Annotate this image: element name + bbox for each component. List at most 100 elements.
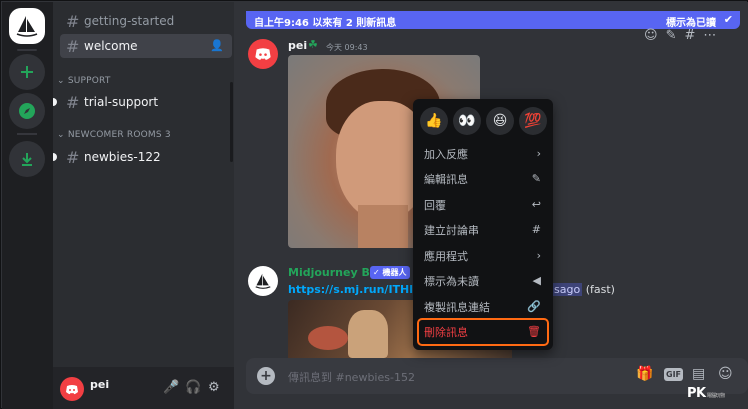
username: pei [90,378,110,391]
thread-icon[interactable]: # [684,28,695,43]
message-toolbar: ☺ ✎ # ⋯ [644,28,716,43]
emoji-picker-icon[interactable]: ☺ [718,366,733,382]
explore-servers-button[interactable] [9,93,45,129]
menu-create-thread[interactable]: 建立討論串 # [419,218,547,242]
message-composer: + 傳訊息到 #newbies-152 🎁 GIF ▤ ☺ [246,358,748,394]
headphones-icon[interactable]: 🎧 [185,380,201,395]
discord-logo-icon [66,384,78,394]
eyes-reaction[interactable]: 👀 [453,107,481,135]
channel-label: trial-support [84,95,159,109]
add-server-button[interactable] [9,54,45,90]
category-label: NEWCOMER ROOMS 3 [67,130,171,140]
menu-edit-message[interactable]: 編輯訊息 ✎ [419,167,547,191]
rail-divider [17,49,37,51]
compass-icon [19,103,35,119]
message-author[interactable]: Midjourney Bot [288,266,383,279]
upload-plus-button[interactable]: + [257,367,275,385]
menu-copy-message-link[interactable]: 複製訊息連結 🔗 [419,295,547,319]
mark-read-check-icon: ✔ [723,13,733,26]
category-label: SUPPORT [67,76,111,86]
hash-icon: # [66,36,80,56]
menu-label: 建立討論串 [424,224,479,237]
laughing-reaction[interactable]: 😆 [486,107,514,135]
server-rail [2,2,53,409]
discord-window: # getting-started # welcome 👤 ⌄ SUPPORT … [0,0,748,409]
watermark-text: PK [687,386,706,401]
message-context-menu: 👍 👀 😆 💯 加入反應 › 編輯訊息 ✎ 回覆 ↩ 建立討論串 # 應用程式 … [413,99,553,350]
mute-microphone-icon[interactable]: 🎤 [163,380,179,395]
menu-label: 標示為未讀 [424,275,479,288]
unread-indicator [53,98,57,106]
sticker-icon[interactable]: ▤ [692,366,705,382]
gif-button[interactable]: GIF [664,368,684,381]
menu-label: 回覆 [424,199,446,212]
menu-label: 複製訊息連結 [424,301,490,314]
mark-as-read-button[interactable]: 標示為已讀 [666,14,716,29]
user-panel: pei 🎤 🎧 ⚙ [53,367,234,409]
channel-scrollbar[interactable] [230,82,233,162]
artwork-figure [348,310,388,358]
more-options-icon[interactable]: ⋯ [703,28,716,43]
midjourney-server-button[interactable] [9,8,45,44]
plus-icon [21,66,33,78]
add-reaction-icon[interactable]: ☺ [644,28,658,43]
chevron-right-icon: › [536,249,541,262]
watermark-logo: PK電腦玩物 [687,386,725,401]
discord-logo-icon [255,48,271,60]
unread-indicator [53,153,57,161]
sailboat-logo-icon [255,273,271,289]
chevron-right-icon: › [536,147,541,160]
server-tag-icon: ☘ [308,38,318,51]
author-avatar[interactable] [248,39,278,69]
menu-mark-unread[interactable]: 標示為未讀 ◀ [419,269,547,293]
hash-icon: # [66,92,80,112]
invite-member-icon[interactable]: 👤 [210,39,224,52]
artwork-figure [308,326,348,350]
settings-gear-icon[interactable]: ⚙ [208,380,220,395]
mention-highlight: sago [552,283,583,296]
chevron-down-icon: ⌄ [57,76,68,86]
speed-label: (fast) [585,283,615,296]
download-apps-button[interactable] [9,141,45,177]
message-suffix: sago (fast) [552,283,615,296]
bot-badge: ✓ 機器人 [370,266,410,279]
bot-avatar[interactable] [248,266,278,296]
channel-trial-support[interactable]: # trial-support [60,90,232,114]
hundred-reaction[interactable]: 💯 [519,107,547,135]
message-input[interactable]: 傳訊息到 #newbies-152 [288,369,415,385]
menu-label: 刪除訊息 [424,326,468,339]
menu-add-reaction[interactable]: 加入反應 › [419,142,547,166]
channel-label: welcome [84,39,138,53]
download-icon [22,153,32,166]
channel-label: newbies-122 [84,150,161,164]
watermark-tag: 電腦玩物 [706,393,726,399]
thread-hash-icon: # [66,147,80,167]
channel-newbies[interactable]: # newbies-122 [60,145,232,169]
reply-arrow-icon: ↩ [531,198,541,211]
message-author[interactable]: pei [288,39,307,52]
channel-welcome[interactable]: # welcome 👤 [60,34,232,58]
new-messages-text: 自上午9:46 以來有 2 則新訊息 [254,18,397,29]
portrait-neck [358,205,408,248]
trash-icon: 🗑 [527,325,541,338]
prompt-link[interactable]: https://s.mj.run/ITHlNt [288,283,427,296]
category-support[interactable]: ⌄ SUPPORT [57,76,111,86]
gift-icon[interactable]: 🎁 [636,366,653,382]
user-avatar[interactable] [60,377,84,401]
menu-label: 編輯訊息 [424,173,468,186]
link-icon: 🔗 [527,300,541,313]
menu-delete-message[interactable]: 刪除訊息 🗑 [417,318,549,346]
chevron-down-icon: ⌄ [57,130,68,140]
menu-reply[interactable]: 回覆 ↩ [419,193,547,217]
unread-flag-icon: ◀ [532,274,541,287]
message-timestamp: 今天 09:43 [326,43,368,52]
thumbs-up-reaction[interactable]: 👍 [420,107,448,135]
channel-sidebar: # getting-started # welcome 👤 ⌄ SUPPORT … [53,2,234,409]
category-newcomer-rooms[interactable]: ⌄ NEWCOMER ROOMS 3 [57,130,171,140]
menu-apps[interactable]: 應用程式 › [419,244,547,268]
channel-getting-started[interactable]: # getting-started [60,9,232,33]
new-messages-banner[interactable]: 自上午9:46 以來有 2 則新訊息 標示為已讀 ✔ [246,11,740,29]
edit-icon[interactable]: ✎ [666,28,677,43]
sailboat-logo-icon [16,16,38,37]
menu-label: 加入反應 [424,148,468,161]
